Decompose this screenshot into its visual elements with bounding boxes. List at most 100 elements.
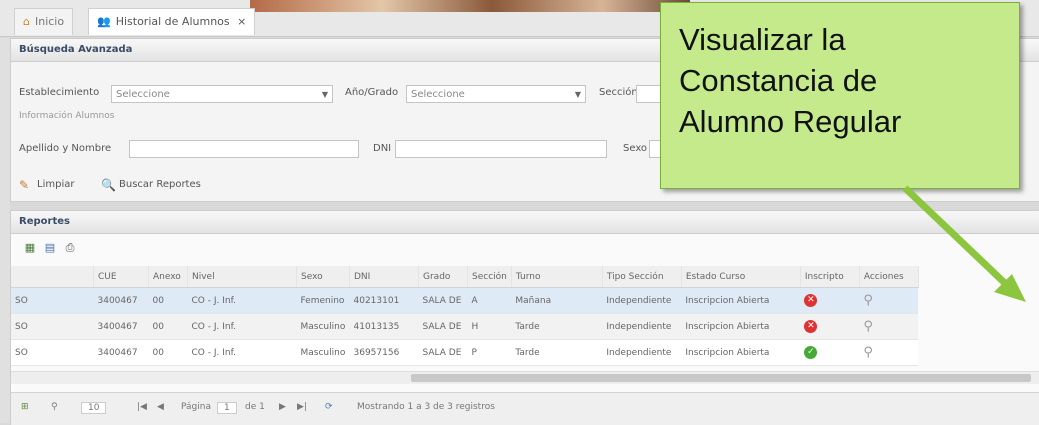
not-enrolled-icon: ✕ <box>804 320 818 333</box>
cell-inscripto: ✕ <box>800 313 860 340</box>
cell-dni: 40213101 <box>349 287 419 314</box>
col-header[interactable] <box>11 266 94 288</box>
cell-cue: 3400467 <box>93 339 149 366</box>
horizontal-scrollbar[interactable] <box>11 371 1039 384</box>
cell-cue: 3400467 <box>93 313 149 340</box>
view-constancia-icon[interactable]: ⚲ <box>863 345 873 360</box>
chevron-down-icon: ▼ <box>321 90 328 99</box>
cell: SO <box>11 313 94 340</box>
excel-icon[interactable]: ▦ <box>23 241 37 255</box>
page-of-label: de 1 <box>245 402 265 412</box>
anio-value: Seleccione <box>411 89 465 100</box>
col-header-dni[interactable]: DNI <box>349 266 419 288</box>
table-header-row: CUE Anexo Nivel Sexo DNI Grado Sección T… <box>11 266 919 288</box>
cell-seccion: A <box>467 287 512 314</box>
cell: SO <box>11 287 94 314</box>
cell-grado: SALA DE <box>418 313 468 340</box>
cell-estado: Inscripcion Abierta <box>681 313 801 340</box>
cell-sexo: Masculino <box>296 339 350 366</box>
not-enrolled-icon: ✕ <box>804 294 818 307</box>
anio-select[interactable]: Seleccione ▼ <box>406 85 586 103</box>
col-header-seccion[interactable]: Sección <box>467 266 512 288</box>
cell-acciones: ⚲ <box>859 287 919 314</box>
cell-seccion: P <box>467 339 512 366</box>
cell-tipo: Independiente <box>602 313 682 340</box>
establecimiento-label: Establecimiento <box>19 87 100 98</box>
page-size-select[interactable]: 10 <box>81 402 107 414</box>
showing-records-label: Mostrando 1 a 3 de 3 registros <box>357 402 495 412</box>
first-page-icon[interactable]: |◀ <box>137 402 147 412</box>
cell-estado: Inscripcion Abierta <box>681 339 801 366</box>
cell-anexo: 00 <box>148 287 188 314</box>
cell-inscripto: ✓ <box>800 339 860 366</box>
next-page-icon[interactable]: ▶ <box>279 402 286 412</box>
scrollbar-thumb[interactable] <box>411 374 1031 382</box>
table-row[interactable]: SO 3400467 00 CO - J. Inf. Masculino 369… <box>11 339 919 366</box>
col-header-estado-curso[interactable]: Estado Curso <box>681 266 801 288</box>
view-constancia-icon[interactable]: ⚲ <box>863 319 873 334</box>
prev-page-icon[interactable]: ◀ <box>157 402 164 412</box>
col-header-turno[interactable]: Turno <box>511 266 603 288</box>
limpiar-button[interactable]: ✎ Limpiar <box>17 175 74 195</box>
col-header-sexo[interactable]: Sexo <box>296 266 350 288</box>
col-header-cue[interactable]: CUE <box>93 266 149 288</box>
broom-icon: ✎ <box>19 178 30 192</box>
dni-input[interactable] <box>395 140 607 158</box>
seccion-label: Sección <box>599 87 638 98</box>
enrolled-check-icon: ✓ <box>804 346 818 359</box>
dni-label: DNI <box>373 143 392 154</box>
cell-anexo: 00 <box>148 313 188 340</box>
refresh-icon[interactable]: ⟳ <box>325 402 333 412</box>
buscar-reportes-button[interactable]: 🔍 Buscar Reportes <box>99 175 201 195</box>
col-header-tipo-seccion[interactable]: Tipo Sección <box>602 266 682 288</box>
col-header-acciones[interactable]: Acciones <box>859 266 919 288</box>
users-icon: 👥 <box>97 15 111 28</box>
search-icon: 🔍 <box>101 178 116 192</box>
cell-turno: Mañana <box>511 287 603 314</box>
cell-seccion: H <box>467 313 512 340</box>
cell-sexo: Masculino <box>296 313 350 340</box>
sexo-label: Sexo <box>623 143 648 154</box>
col-header-nivel[interactable]: Nivel <box>187 266 297 288</box>
tab-close-icon[interactable]: × <box>237 15 246 28</box>
cell-estado: Inscripcion Abierta <box>681 287 801 314</box>
col-header-inscripto[interactable]: Inscripto <box>800 266 860 288</box>
cell-anexo: 00 <box>148 339 188 366</box>
cell-dni: 36957156 <box>349 339 419 366</box>
cell-nivel: CO - J. Inf. <box>187 287 297 314</box>
view-constancia-icon[interactable]: ⚲ <box>863 293 873 308</box>
callout-text: Visualizar la Constancia de Alumno Regul… <box>679 19 901 142</box>
chevron-down-icon: ▼ <box>574 90 581 99</box>
info-alumnos-label: Información Alumnos <box>19 111 115 121</box>
print-icon[interactable]: ⎙ <box>63 241 77 255</box>
pagination-bar: ⊞ ⚲ 10 |◀ ◀ Página 1 de 1 ▶ ▶| ⟳ Mostran… <box>11 392 1039 425</box>
reports-toolbar: ▦ ▤ ⎙ <box>23 241 83 255</box>
last-page-icon[interactable]: ▶| <box>297 402 307 412</box>
table-row[interactable]: SO 3400467 00 CO - J. Inf. Masculino 410… <box>11 313 919 340</box>
cell-cue: 3400467 <box>93 287 149 314</box>
tab-historial[interactable]: 👥 Historial de Alumnos × <box>88 8 256 35</box>
pdf-icon[interactable]: ▤ <box>43 241 57 255</box>
cell-tipo: Independiente <box>602 339 682 366</box>
cell-acciones: ⚲ <box>859 339 919 366</box>
establecimiento-select[interactable]: Seleccione ▼ <box>111 85 333 103</box>
tab-inicio[interactable]: ⌂ Inicio <box>14 8 74 35</box>
callout-line-3: Alumno Regular <box>679 104 902 139</box>
cell-nivel: CO - J. Inf. <box>187 313 297 340</box>
callout-box: Visualizar la Constancia de Alumno Regul… <box>660 2 1020 189</box>
reports-panel: Reportes ▦ ▤ ⎙ CUE Anexo Nivel Sexo DNI Gr… <box>10 210 1039 425</box>
cell-grado: SALA DE <box>418 339 468 366</box>
cell-inscripto: ✕ <box>800 287 860 314</box>
table-row[interactable]: SO 3400467 00 CO - J. Inf. Femenino 4021… <box>11 287 919 314</box>
col-header-grado[interactable]: Grado <box>418 266 468 288</box>
add-icon[interactable]: ⊞ <box>21 402 29 412</box>
establecimiento-value: Seleccione <box>116 89 170 100</box>
page-input[interactable]: 1 <box>217 402 237 414</box>
cell: SO <box>11 339 94 366</box>
col-header-anexo[interactable]: Anexo <box>148 266 188 288</box>
anio-label: Año/Grado <box>345 87 399 98</box>
search-icon[interactable]: ⚲ <box>51 402 58 412</box>
reports-title: Reportes <box>11 211 1039 234</box>
cell-acciones: ⚲ <box>859 313 919 340</box>
apellido-input[interactable] <box>129 140 359 158</box>
